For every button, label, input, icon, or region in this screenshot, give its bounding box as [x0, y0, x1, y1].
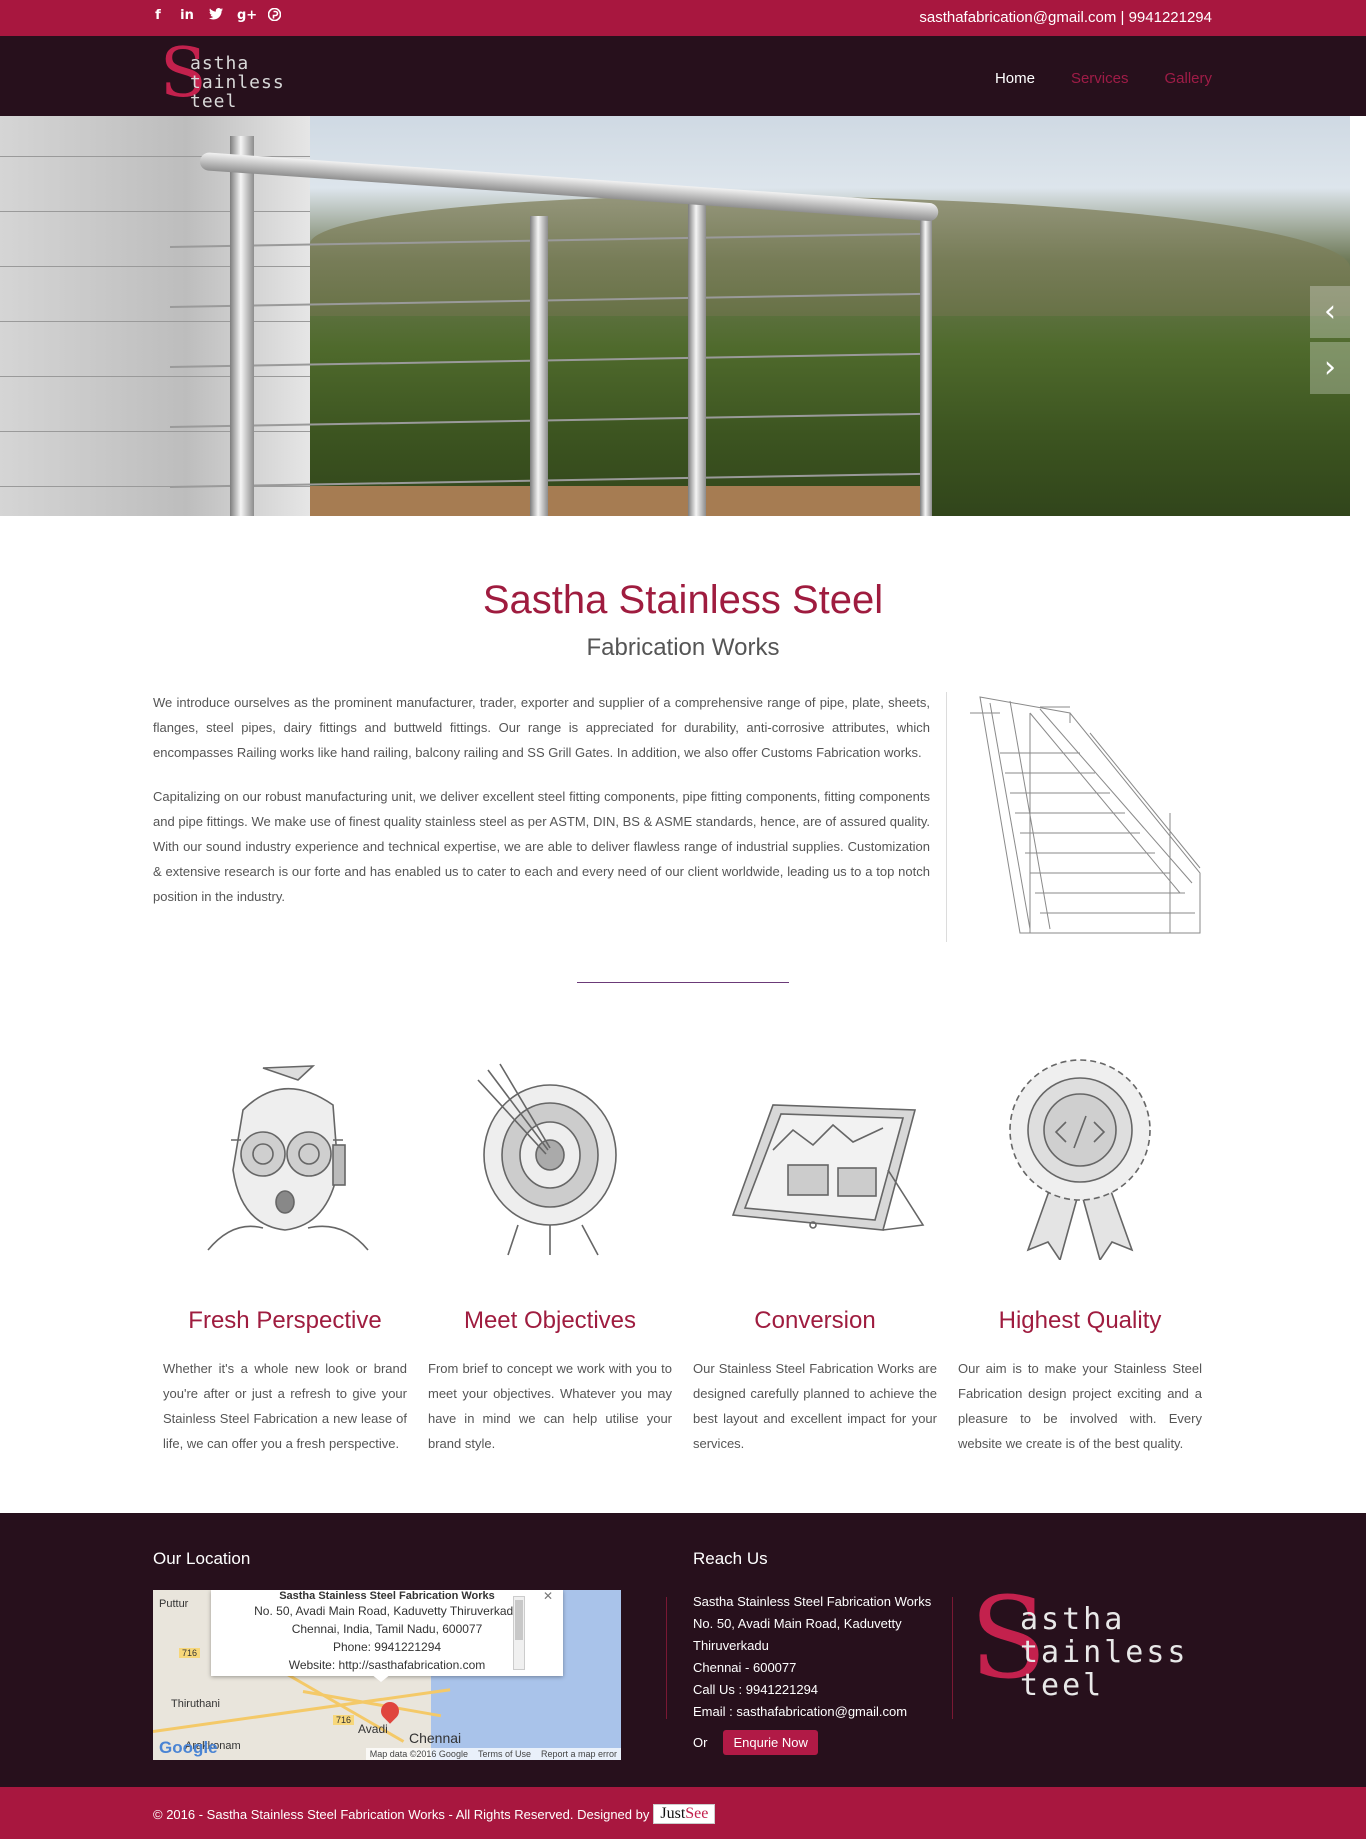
logo-text: astha tainless teel — [1020, 1603, 1189, 1702]
feature-text: Whether it's a whole new look or brand y… — [163, 1361, 407, 1451]
designer-name: Just — [660, 1805, 686, 1822]
section-divider — [577, 982, 789, 983]
popup-phone: Phone: 9941221294 — [332, 1640, 442, 1654]
target-arrows-icon — [477, 1063, 617, 1256]
staircase-illustration — [970, 696, 1201, 934]
linkedin-icon[interactable]: in — [179, 8, 195, 26]
pinterest-icon[interactable] — [266, 7, 282, 26]
social-links: f in g+ — [150, 7, 282, 26]
feature-card: Conversion Our Stainless Steel Fabricati… — [693, 1050, 937, 1451]
hero-deck — [310, 486, 930, 516]
popup-close-icon[interactable]: ✕ — [543, 1590, 553, 1605]
nav-services[interactable]: Services — [1071, 70, 1129, 87]
hero-slider: ‹ › — [0, 116, 1350, 516]
page-subtitle: Fabrication Works — [586, 634, 780, 661]
report-link[interactable]: Report a map error — [541, 1749, 617, 1759]
logo-line: tainless — [1020, 1635, 1189, 1670]
logo-text: astha tainless teel — [190, 54, 285, 111]
logo-line: teel — [1020, 1668, 1105, 1703]
location-map[interactable]: Puttur Thiruthani Arakkonam Avadi Chenna… — [153, 1590, 621, 1760]
location-heading: Our Location — [153, 1549, 251, 1568]
logo-line: astha — [190, 53, 250, 74]
reach-line: Chennai - 600077 — [693, 1660, 797, 1675]
feature-title: Fresh Perspective — [188, 1307, 382, 1334]
feature-text: From brief to concept we work with you t… — [428, 1361, 672, 1451]
site-footer: Our Location Puttur Thiruthani Arakkonam… — [0, 1513, 1366, 1787]
map-road-badge: 716 — [179, 1648, 201, 1658]
intro-paragraph: We introduce ourselves as the prominent … — [153, 695, 930, 760]
intro-text: We introduce ourselves as the prominent … — [153, 690, 930, 928]
map-place: Puttur — [159, 1598, 189, 1610]
or-label: Or — [693, 1735, 708, 1750]
footer-logo: S astha tainless teel — [970, 1583, 1190, 1702]
nav-home[interactable]: Home — [995, 70, 1035, 87]
feature-card: Fresh Perspective Whether it's a whole n… — [163, 1050, 407, 1451]
hero-wall — [0, 116, 310, 516]
logo-line: teel — [190, 91, 238, 112]
intro-divider — [946, 692, 947, 942]
feature-card: Meet Objectives From brief to concept we… — [428, 1050, 672, 1451]
reach-details: Sastha Stainless Steel Fabrication Works… — [693, 1591, 943, 1723]
feature-title: Conversion — [754, 1307, 876, 1334]
map-attribution: Map data ©2016 Google Terms of Use Repor… — [365, 1748, 621, 1760]
feature-title: Highest Quality — [998, 1307, 1162, 1334]
slider-next-button[interactable]: › — [1310, 342, 1350, 394]
logo-line: tainless — [190, 72, 285, 93]
goggles-face-icon — [207, 1065, 369, 1251]
google-plus-icon[interactable]: g+ — [237, 8, 257, 26]
tablet-chart-icon — [731, 1104, 925, 1231]
facebook-icon[interactable]: f — [150, 8, 166, 26]
reach-heading: Reach Us — [693, 1549, 768, 1568]
main-navbar: S astha tainless teel Home Services Gall… — [0, 36, 1366, 116]
nav-gallery[interactable]: Gallery — [1164, 70, 1212, 87]
reach-line: Thiruverkadu — [693, 1638, 769, 1653]
feature-text: Our Stainless Steel Fabrication Works ar… — [693, 1361, 937, 1451]
map-info-popup: Sastha Stainless Steel Fabrication Works… — [211, 1590, 563, 1682]
map-place: Chennai — [409, 1730, 462, 1746]
reach-line: Sastha Stainless Steel Fabrication Works — [693, 1594, 932, 1609]
nav-menu: Home Services Gallery — [995, 70, 1212, 87]
google-logo: Google — [159, 1738, 218, 1757]
popup-scrollbar[interactable] — [513, 1596, 525, 1670]
map-pin-icon[interactable] — [377, 1698, 403, 1724]
map-road-badge: 716 — [333, 1715, 355, 1725]
popup-name: Sastha Stainless Steel Fabrication Works — [279, 1590, 495, 1602]
bottom-bar: © 2016 - Sastha Stainless Steel Fabricat… — [0, 1787, 1366, 1839]
award-ribbon-icon — [1009, 1059, 1151, 1262]
map-place: Avadi — [358, 1722, 388, 1736]
reach-email: Email : sasthafabrication@gmail.com — [693, 1704, 908, 1719]
copyright: © 2016 - Sastha Stainless Steel Fabricat… — [153, 1804, 716, 1824]
copyright-text: © 2016 - Sastha Stainless Steel Fabricat… — [153, 1806, 650, 1822]
popup-city: Chennai, India, Tamil Nadu, 600077 — [291, 1622, 483, 1636]
designer-logo[interactable]: JustSee — [653, 1804, 716, 1824]
feature-card: Highest Quality Our aim is to make your … — [958, 1050, 1202, 1451]
intro-paragraph: Capitalizing on our robust manufacturing… — [153, 789, 930, 904]
footer-divider — [952, 1597, 953, 1719]
page-title: Sastha Stainless Steel — [482, 578, 884, 622]
reach-line: No. 50, Avadi Main Road, Kaduvetty — [693, 1616, 902, 1631]
feature-title: Meet Objectives — [463, 1307, 637, 1334]
top-bar: f in g+ sasthafabrication@gmail.com | 99… — [0, 0, 1366, 36]
feature-text: Our aim is to make your Stainless Steel … — [958, 1361, 1202, 1451]
footer-divider — [666, 1597, 667, 1719]
popup-website[interactable]: Website: http://sasthafabrication.com — [211, 1656, 563, 1674]
enquire-row: Or Enqurie Now — [693, 1730, 818, 1755]
logo-line: astha — [1020, 1602, 1126, 1637]
top-contact: sasthafabrication@gmail.com | 9941221294 — [919, 9, 1212, 26]
site-logo[interactable]: S astha tainless teel — [160, 38, 300, 112]
reach-phone: Call Us : 9941221294 — [693, 1682, 819, 1697]
enquire-now-button[interactable]: Enqurie Now — [723, 1730, 818, 1755]
slider-prev-button[interactable]: ‹ — [1310, 286, 1350, 338]
twitter-icon[interactable] — [208, 8, 224, 26]
terms-link[interactable]: Terms of Use — [478, 1749, 531, 1759]
map-place: Thiruthani — [171, 1698, 220, 1710]
designer-name-accent: See — [685, 1805, 709, 1822]
map-data-label: Map data ©2016 Google — [369, 1749, 468, 1759]
popup-address: No. 50, Avadi Main Road, Kaduvetty Thiru… — [254, 1604, 520, 1618]
